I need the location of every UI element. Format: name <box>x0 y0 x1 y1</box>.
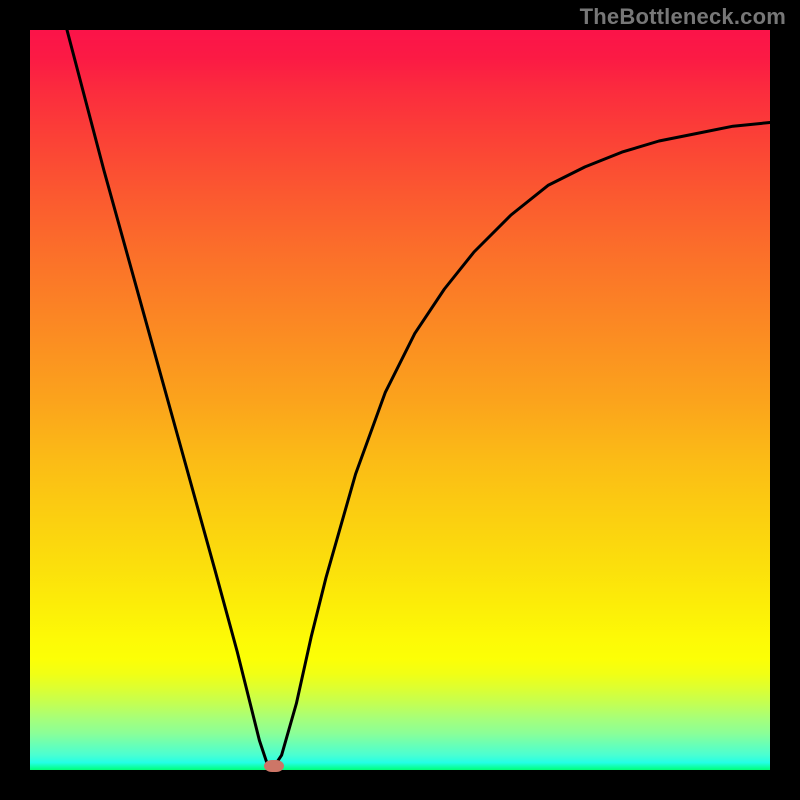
curve-svg <box>30 30 770 770</box>
bottleneck-curve <box>67 30 770 766</box>
chart-frame: TheBottleneck.com <box>0 0 800 800</box>
plot-area <box>30 30 770 770</box>
min-point-marker <box>264 760 284 772</box>
watermark-text: TheBottleneck.com <box>580 4 786 30</box>
